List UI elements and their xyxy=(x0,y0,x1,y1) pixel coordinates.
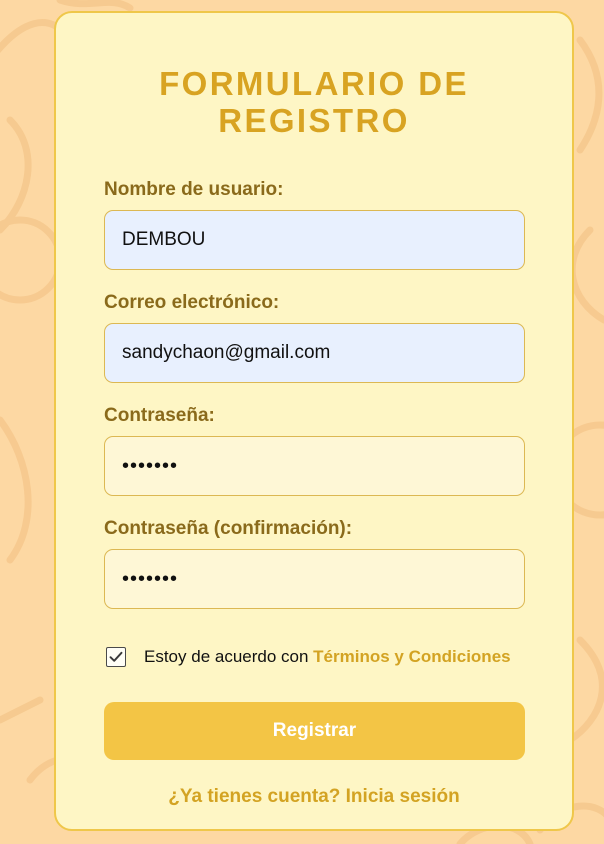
password-input[interactable] xyxy=(104,436,525,496)
password-label: Contraseña: xyxy=(104,405,215,426)
check-icon xyxy=(109,651,123,662)
email-label: Correo electrónico: xyxy=(104,292,280,313)
terms-link[interactable]: Términos y Condiciones xyxy=(313,647,510,666)
username-input[interactable] xyxy=(104,210,525,270)
registration-form: Nombre de usuario: Correo electrónico: C… xyxy=(104,179,525,808)
password-confirm-field-group: Contraseña (confirmación): xyxy=(104,518,525,609)
terms-row: Estoy de acuerdo con Términos y Condicio… xyxy=(104,645,524,669)
username-label: Nombre de usuario: xyxy=(104,179,284,200)
terms-checkbox[interactable] xyxy=(106,647,126,667)
form-title: FORMULARIO DE REGISTRO xyxy=(159,65,469,139)
terms-text: Estoy de acuerdo con Términos y Condicio… xyxy=(144,647,511,667)
password-confirm-input[interactable] xyxy=(104,549,525,609)
email-input[interactable] xyxy=(104,323,525,383)
password-confirm-label: Contraseña (confirmación): xyxy=(104,518,353,539)
username-field-group: Nombre de usuario: xyxy=(104,179,525,270)
terms-prefix: Estoy de acuerdo con xyxy=(144,647,314,666)
registration-card: FORMULARIO DE REGISTRO Nombre de usuario… xyxy=(54,11,574,831)
login-link[interactable]: ¿Ya tienes cuenta? Inicia sesión xyxy=(104,786,524,808)
register-button[interactable]: Registrar xyxy=(104,702,525,760)
email-field-group: Correo electrónico: xyxy=(104,292,525,383)
password-field-group: Contraseña: xyxy=(104,405,525,496)
